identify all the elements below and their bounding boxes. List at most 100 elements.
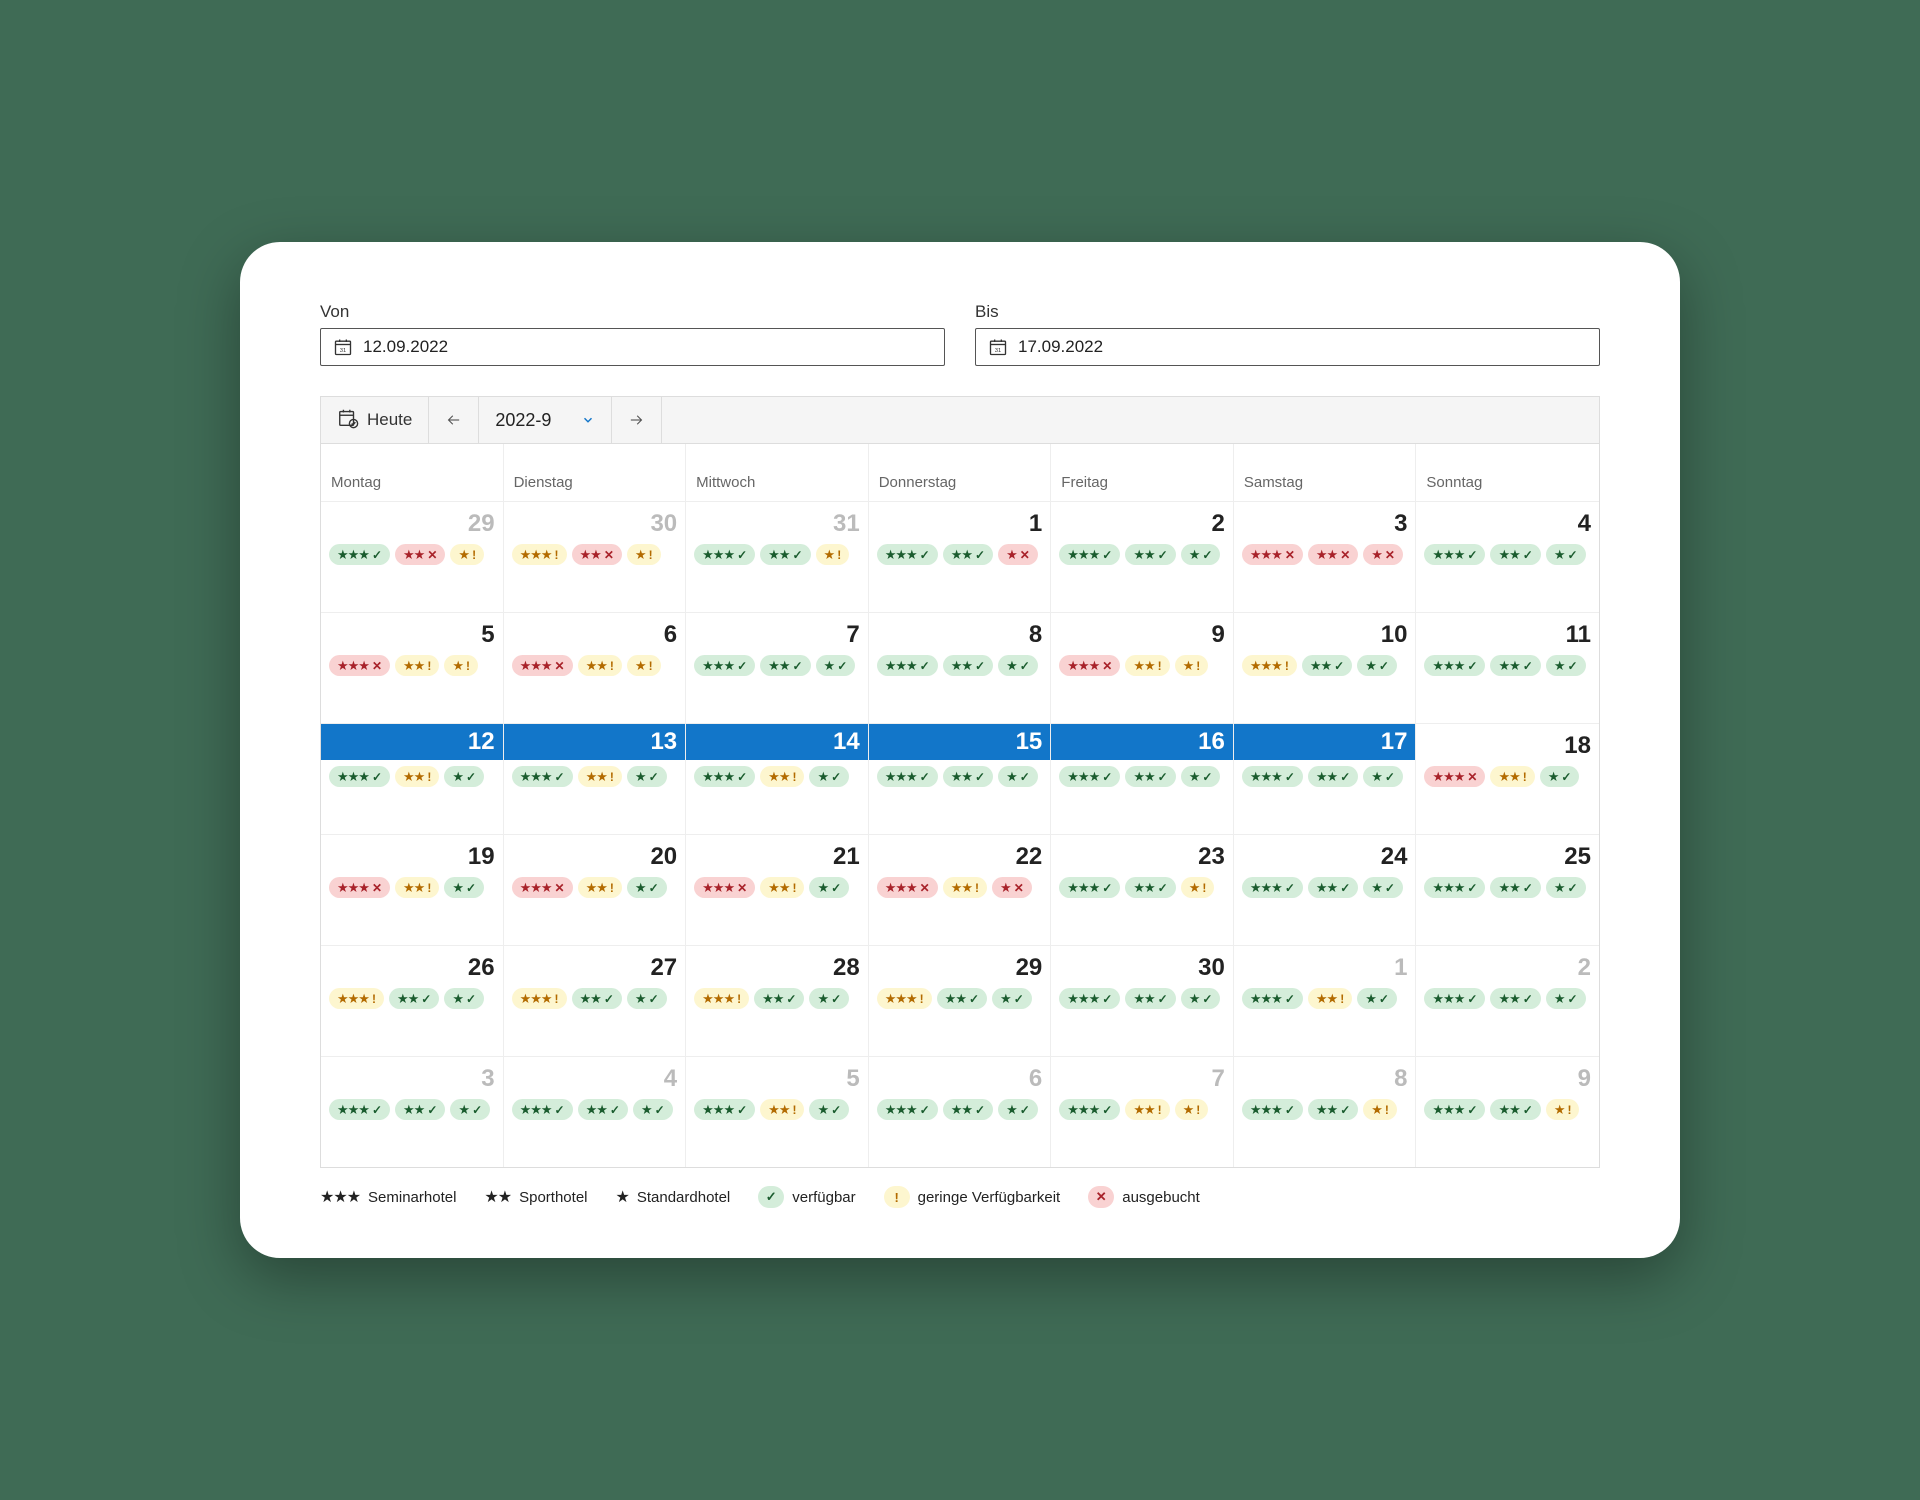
availability-badge: ★★★✓ bbox=[877, 655, 938, 676]
availability-badge: ★! bbox=[1175, 655, 1209, 676]
calendar-day[interactable]: 21★★★✕★★!★✓ bbox=[686, 835, 869, 945]
to-input[interactable]: 31 17.09.2022 bbox=[975, 328, 1600, 366]
prev-month-button[interactable] bbox=[429, 397, 479, 443]
day-number: 3 bbox=[1242, 510, 1408, 538]
next-month-button[interactable] bbox=[612, 397, 662, 443]
availability-badge: ★★★✕ bbox=[1424, 766, 1485, 787]
day-number: 3 bbox=[329, 1065, 495, 1093]
availability-badge: ★★! bbox=[1490, 766, 1534, 787]
calendar-day[interactable]: 8★★★✓★★✓★! bbox=[1234, 1057, 1417, 1167]
calendar-day[interactable]: 4★★★✓★★✓★✓ bbox=[1416, 502, 1599, 612]
calendar-day[interactable]: 3★★★✓★★✓★✓ bbox=[321, 1057, 504, 1167]
star-icon: ★ bbox=[1548, 770, 1559, 783]
check-icon: ✓ bbox=[1340, 771, 1350, 783]
availability-badge: ★✓ bbox=[444, 988, 484, 1009]
month-label: 2022-9 bbox=[495, 410, 551, 431]
today-button[interactable]: Heute bbox=[321, 397, 429, 443]
availability-badges: ★★★✕★★!★✓ bbox=[1424, 766, 1591, 787]
calendar-day[interactable]: 3★★★✕★★✕★✕ bbox=[1234, 502, 1417, 612]
calendar-day[interactable]: 9★★★✕★★!★! bbox=[1051, 613, 1234, 723]
calendar-day[interactable]: 24★★★✓★★✓★✓ bbox=[1234, 835, 1417, 945]
from-input[interactable]: 31 12.09.2022 bbox=[320, 328, 945, 366]
check-icon: ✓ bbox=[737, 1104, 747, 1116]
calendar-day[interactable]: 17★★★✓★★✓★✓ bbox=[1234, 724, 1417, 834]
calendar-day[interactable]: 7★★★✓★★!★! bbox=[1051, 1057, 1234, 1167]
check-icon: ✓ bbox=[758, 1186, 784, 1208]
star-icon: ★ bbox=[817, 770, 828, 783]
star-icon: ★ bbox=[1006, 548, 1017, 561]
star-icon: ★★★ bbox=[1250, 881, 1282, 894]
calendar-day[interactable]: 2★★★✓★★✓★✓ bbox=[1051, 502, 1234, 612]
exclaim-icon: ! bbox=[1285, 660, 1289, 672]
day-number: 20 bbox=[512, 843, 678, 871]
availability-badges: ★★★✕★★!★✕ bbox=[877, 877, 1043, 898]
calendar-day[interactable]: 25★★★✓★★✓★✓ bbox=[1416, 835, 1599, 945]
availability-badge: ★★✓ bbox=[1302, 655, 1352, 676]
calendar-day[interactable]: 30★★★✓★★✓★✓ bbox=[1051, 946, 1234, 1056]
check-icon: ✓ bbox=[1467, 1104, 1477, 1116]
availability-badge: ★✕ bbox=[1363, 544, 1403, 565]
availability-badge: ★★✕ bbox=[395, 544, 445, 565]
calendar-day[interactable]: 29★★★!★★✓★✓ bbox=[869, 946, 1052, 1056]
star-icon: ★★ bbox=[1133, 1103, 1154, 1116]
calendar-day[interactable]: 27★★★!★★✓★✓ bbox=[504, 946, 687, 1056]
calendar-day[interactable]: 11★★★✓★★✓★✓ bbox=[1416, 613, 1599, 723]
check-icon: ✓ bbox=[1285, 771, 1295, 783]
calendar-day[interactable]: 19★★★✕★★!★✓ bbox=[321, 835, 504, 945]
calendar-day[interactable]: 5★★★✓★★!★✓ bbox=[686, 1057, 869, 1167]
star-icon: ★★★ bbox=[520, 659, 552, 672]
check-icon: ✓ bbox=[1020, 1104, 1030, 1116]
calendar-day[interactable]: 2★★★✓★★✓★✓ bbox=[1416, 946, 1599, 1056]
star-icon: ★★★ bbox=[1432, 659, 1464, 672]
calendar-day[interactable]: 9★★★✓★★✓★! bbox=[1416, 1057, 1599, 1167]
calendar-day[interactable]: 6★★★✕★★!★! bbox=[504, 613, 687, 723]
calendar-day[interactable]: 7★★★✓★★✓★✓ bbox=[686, 613, 869, 723]
star-icon: ★★★ bbox=[1067, 770, 1099, 783]
availability-badge: ★★★✓ bbox=[1242, 1099, 1303, 1120]
star-icon: ★ bbox=[1000, 881, 1011, 894]
star-icon: ★★★ bbox=[520, 992, 552, 1005]
calendar-day[interactable]: 26★★★!★★✓★✓ bbox=[321, 946, 504, 1056]
star-icon: ★ bbox=[635, 548, 646, 561]
availability-badge: ★✓ bbox=[1546, 544, 1586, 565]
check-icon: ✓ bbox=[1567, 549, 1577, 561]
calendar-day[interactable]: 16★★★✓★★✓★✓ bbox=[1051, 724, 1234, 834]
calendar-day[interactable]: 15★★★✓★★✓★✓ bbox=[869, 724, 1052, 834]
star-icon: ★★★ bbox=[520, 770, 552, 783]
calendar-day[interactable]: 14★★★✓★★!★✓ bbox=[686, 724, 869, 834]
calendar-day[interactable]: 22★★★✕★★!★✕ bbox=[869, 835, 1052, 945]
star-icon: ★★ bbox=[1133, 548, 1154, 561]
calendar-day[interactable]: 20★★★✕★★!★✓ bbox=[504, 835, 687, 945]
availability-badge: ★★✓ bbox=[937, 988, 987, 1009]
availability-badges: ★★★✓★★!★✓ bbox=[694, 1099, 860, 1120]
weekday-label: Donnerstag bbox=[869, 444, 1052, 501]
calendar-day[interactable]: 5★★★✕★★!★! bbox=[321, 613, 504, 723]
calendar-day[interactable]: 1★★★✓★★!★✓ bbox=[1234, 946, 1417, 1056]
day-number: 21 bbox=[694, 843, 860, 871]
check-icon: ✓ bbox=[555, 1104, 565, 1116]
calendar-day[interactable]: 28★★★!★★✓★✓ bbox=[686, 946, 869, 1056]
calendar-day[interactable]: 31★★★✓★★✓★! bbox=[686, 502, 869, 612]
availability-badge: ★★✓ bbox=[1490, 655, 1540, 676]
calendar-grid: Montag Dienstag Mittwoch Donnerstag Frei… bbox=[320, 444, 1600, 1168]
availability-badge: ★★★✕ bbox=[512, 877, 573, 898]
calendar-day[interactable]: 8★★★✓★★✓★✓ bbox=[869, 613, 1052, 723]
calendar-day[interactable]: 1★★★✓★★✓★✕ bbox=[869, 502, 1052, 612]
day-number: 8 bbox=[877, 621, 1043, 649]
calendar-day[interactable]: 4★★★✓★★✓★✓ bbox=[504, 1057, 687, 1167]
calendar-day[interactable]: 13★★★✓★★!★✓ bbox=[504, 724, 687, 834]
calendar-day[interactable]: 10★★★!★★✓★✓ bbox=[1234, 613, 1417, 723]
star-icon: ★★ bbox=[951, 770, 972, 783]
star-icon: ★ bbox=[1183, 1103, 1194, 1116]
calendar-day[interactable]: 23★★★✓★★✓★! bbox=[1051, 835, 1234, 945]
calendar-day[interactable]: 18★★★✕★★!★✓ bbox=[1416, 724, 1599, 834]
calendar-day[interactable]: 6★★★✓★★✓★✓ bbox=[869, 1057, 1052, 1167]
calendar-day[interactable]: 30★★★!★★✕★! bbox=[504, 502, 687, 612]
availability-badge: ★★! bbox=[395, 877, 439, 898]
calendar-day[interactable]: 12★★★✓★★!★✓ bbox=[321, 724, 504, 834]
calendar-day[interactable]: 29★★★✓★★✕★! bbox=[321, 502, 504, 612]
availability-badge: ★✓ bbox=[627, 877, 667, 898]
month-selector[interactable]: 2022-9 bbox=[479, 397, 612, 443]
star-icon: ★ bbox=[1000, 992, 1011, 1005]
star-icon: ★★★ bbox=[702, 659, 734, 672]
